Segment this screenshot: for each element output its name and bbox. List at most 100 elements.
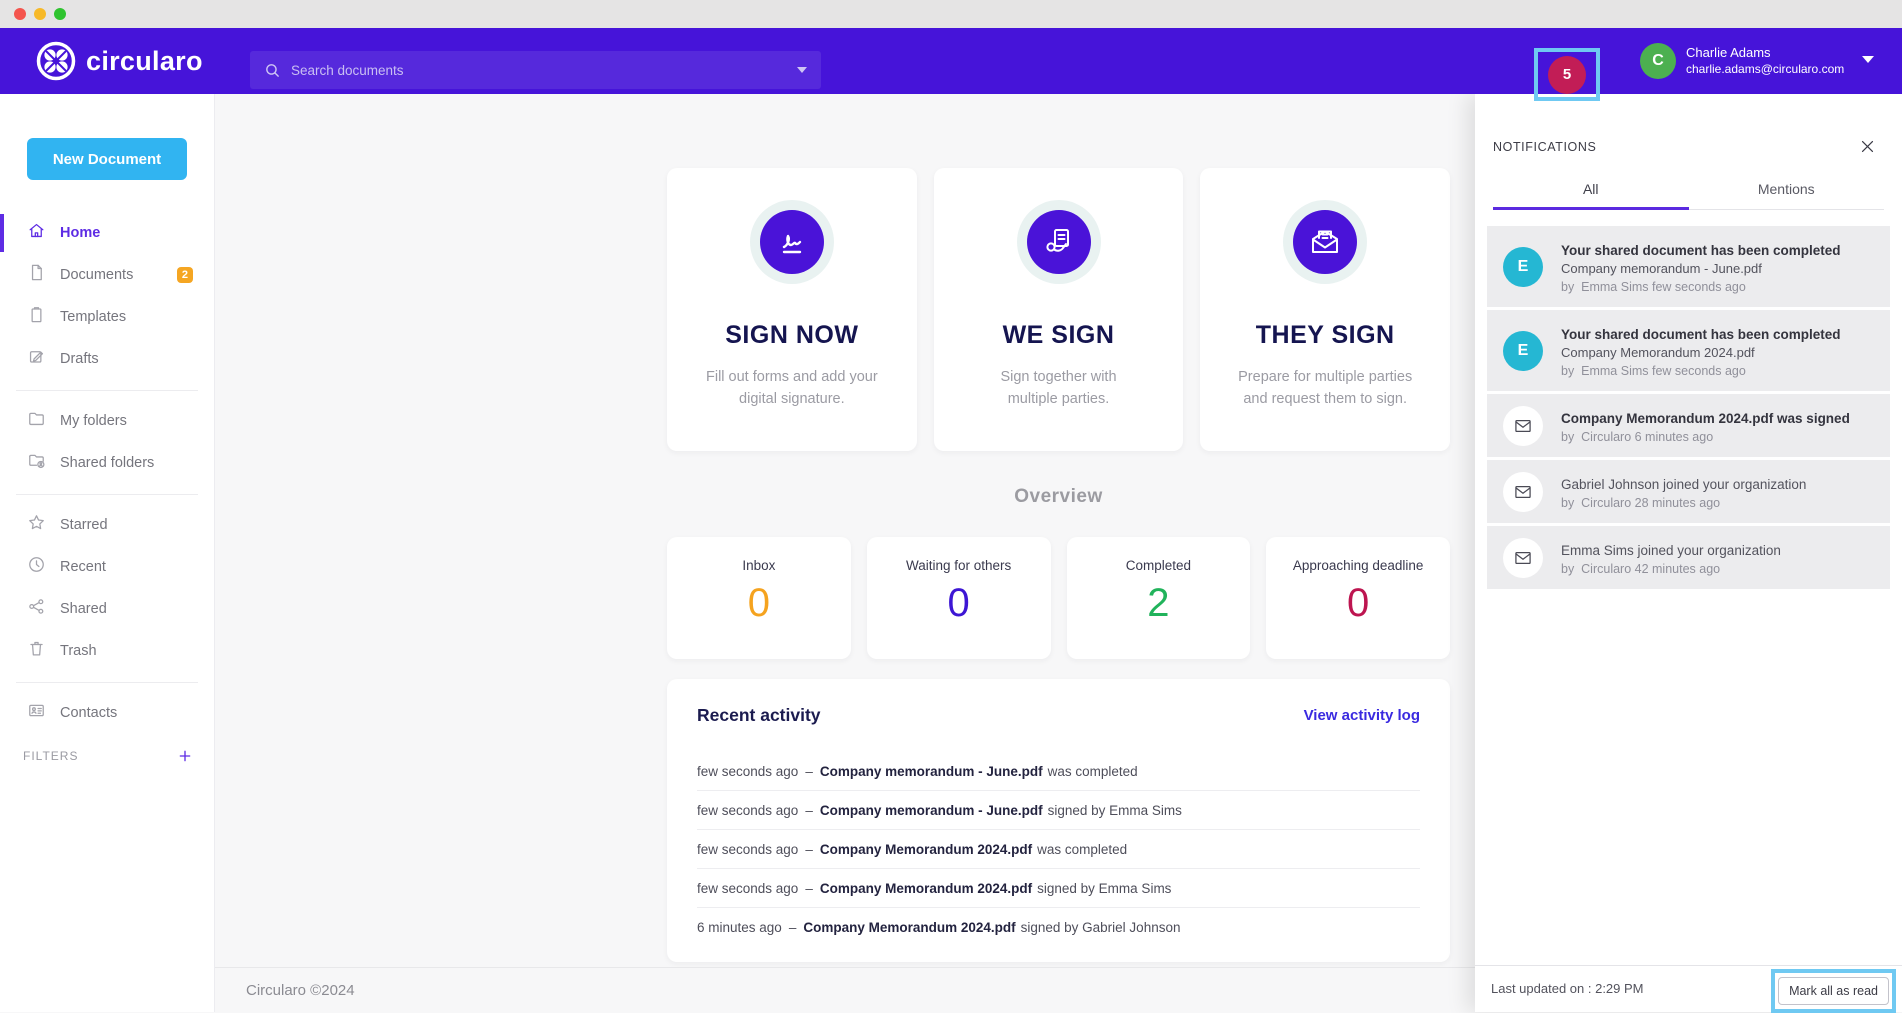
sidebar-item-label: Recent [60,559,106,575]
window-titlebar [0,0,1902,28]
notification-meta: by Emma Sims few seconds ago [1561,278,1841,296]
stat-value: 0 [748,581,770,626]
sidebar-item-recent[interactable]: Recent [0,546,214,588]
sidebar-item-label: Trash [60,643,97,659]
sidebar-item-shared[interactable]: Shared [0,588,214,630]
add-filter-button[interactable] [177,748,193,764]
view-activity-log-link[interactable]: View activity log [1304,707,1420,724]
stat-completed[interactable]: Completed 2 [1067,537,1251,659]
stat-approaching-deadline[interactable]: Approaching deadline 0 [1266,537,1450,659]
action-card-description: Prepare for multiple parties and request… [1200,366,1450,411]
stat-value: 2 [1147,581,1169,626]
activity-time: few seconds ago [697,881,798,896]
activity-separator: – [805,764,813,779]
search-input[interactable] [291,63,797,78]
activity-time: few seconds ago [697,842,798,857]
sidebar: New Document Home Documents 2 Templates … [0,94,215,1012]
envelope-icon [1503,472,1543,512]
envelope-icon [1503,406,1543,446]
search-icon [264,62,281,79]
brand-logo[interactable]: circularo [36,41,203,81]
stat-value: 0 [1347,581,1369,626]
notifications-button[interactable]: 5 [1548,56,1586,94]
clock-icon [27,555,46,579]
notification-item[interactable]: Company Memorandum 2024.pdf was signed b… [1487,394,1890,457]
activity-time: few seconds ago [697,803,798,818]
recent-activity-title: Recent activity [697,705,821,726]
search-dropdown-caret-icon[interactable] [797,67,807,73]
notification-title: Emma Sims joined your organization [1561,537,1781,560]
sidebar-item-home[interactable]: Home [0,212,214,254]
recent-activity-card: Recent activity View activity log few se… [667,679,1450,962]
sidebar-item-starred[interactable]: Starred [0,504,214,546]
activity-row[interactable]: few seconds ago – Company memorandum - J… [697,791,1420,830]
sidebar-item-drafts[interactable]: Drafts [0,338,214,380]
mark-all-as-read-button[interactable]: Mark all as read [1778,977,1889,1005]
sidebar-item-trash[interactable]: Trash [0,630,214,672]
last-updated-text: Last updated on : 2:29 PM [1491,981,1644,996]
overview-stats-row: Inbox 0 Waiting for others 0 Completed 2… [667,537,1450,659]
stat-waiting-for-others[interactable]: Waiting for others 0 [867,537,1051,659]
activity-document: Company Memorandum 2024.pdf [820,881,1032,896]
sidebar-item-shared-folders[interactable]: Shared folders [0,442,214,484]
sidebar-item-my-folders[interactable]: My folders [0,400,214,442]
window-minimize-button[interactable] [34,8,46,20]
close-icon[interactable] [1859,138,1876,155]
action-card-title: SIGN NOW [725,321,858,350]
sidebar-nav: Home Documents 2 Templates Drafts My fol… [0,212,214,734]
window-close-button[interactable] [14,8,26,20]
activity-separator: – [805,881,813,896]
documents-count-badge: 2 [177,267,193,283]
action-card-title: THEY SIGN [1256,321,1395,350]
stat-label: Inbox [742,558,775,573]
filters-section: FILTERS [23,748,193,764]
user-menu[interactable]: Charlie Adams charlie.adams@circularo.co… [1686,44,1844,77]
circularo-logo-icon [36,41,76,81]
home-icon [27,221,46,245]
sidebar-item-label: Contacts [60,705,117,721]
stat-value: 0 [948,581,970,626]
sidebar-item-label: Starred [60,517,108,533]
sidebar-item-templates[interactable]: Templates [0,296,214,338]
activity-row[interactable]: few seconds ago – Company memorandum - J… [697,752,1420,791]
signature-icon [760,210,824,274]
we-sign-icon [1027,210,1091,274]
stat-inbox[interactable]: Inbox 0 [667,537,851,659]
notification-meta: by Circularo 28 minutes ago [1561,494,1806,512]
tab-mentions[interactable]: Mentions [1689,181,1885,209]
notification-meta: by Circularo 6 minutes ago [1561,428,1850,446]
user-avatar[interactable]: C [1640,43,1676,79]
activity-separator: – [805,842,813,857]
we-sign-card[interactable]: WE SIGN Sign together with multiple part… [934,168,1184,451]
user-menu-caret-icon[interactable] [1862,56,1874,63]
contacts-icon [27,701,46,725]
activity-document: Company memorandum - June.pdf [820,803,1043,818]
stat-label: Completed [1126,558,1191,573]
sidebar-item-label: Documents [60,267,133,283]
action-card-description: Sign together with multiple parties. [964,366,1154,411]
activity-action: was completed [1037,842,1127,857]
they-sign-card[interactable]: THEY SIGN Prepare for multiple parties a… [1200,168,1450,451]
activity-document: Company Memorandum 2024.pdf [803,920,1015,935]
notification-meta: by Circularo 42 minutes ago [1561,560,1781,578]
notification-item[interactable]: E Your shared document has been complete… [1487,310,1890,391]
activity-row[interactable]: few seconds ago – Company Memorandum 202… [697,869,1420,908]
sidebar-item-documents[interactable]: Documents 2 [0,254,214,296]
activity-row[interactable]: few seconds ago – Company Memorandum 202… [697,830,1420,869]
tab-all[interactable]: All [1493,181,1689,209]
sidebar-item-label: Home [60,225,100,241]
action-cards-row: SIGN NOW Fill out forms and add your dig… [667,168,1450,451]
sidebar-item-label: Shared [60,601,107,617]
activity-row[interactable]: 6 minutes ago – Company Memorandum 2024.… [697,908,1420,947]
notification-item[interactable]: E Your shared document has been complete… [1487,226,1890,307]
new-document-button[interactable]: New Document [27,138,187,180]
app-header: circularo 5 C Charlie Adams charlie.adam… [0,28,1902,94]
shared-folder-icon [27,451,46,475]
notification-item[interactable]: Emma Sims joined your organization by Ci… [1487,526,1890,589]
notifications-panel: NOTIFICATIONS All Mentions E Your shared… [1475,94,1902,1012]
notification-meta: by Emma Sims few seconds ago [1561,362,1841,380]
window-maximize-button[interactable] [54,8,66,20]
notification-item[interactable]: Gabriel Johnson joined your organization… [1487,460,1890,523]
sidebar-item-contacts[interactable]: Contacts [0,692,214,734]
sign-now-card[interactable]: SIGN NOW Fill out forms and add your dig… [667,168,917,451]
